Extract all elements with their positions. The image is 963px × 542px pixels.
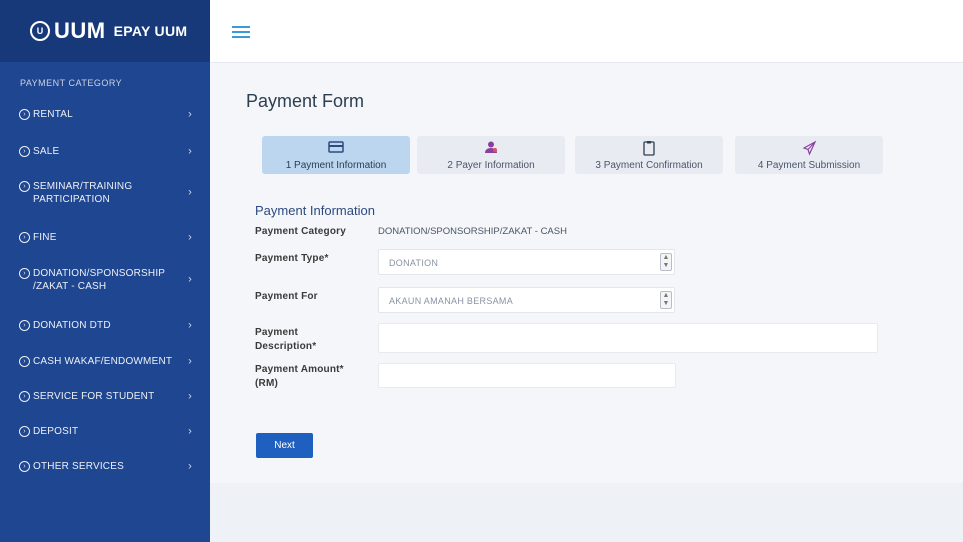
- payment-amount-label-line2: (RM): [255, 378, 279, 389]
- brand-header[interactable]: U UUM EPAY UUM: [0, 0, 210, 62]
- sidebar-item-label: SALE: [33, 146, 60, 157]
- step-payer-information[interactable]: 2 Payer Information: [417, 136, 565, 174]
- sidebar: U UUM EPAY UUM PAYMENT CATEGORY › RENTAL…: [0, 0, 210, 542]
- sidebar-item-service-for-student[interactable]: › SERVICE FOR STUDENT ›: [0, 390, 210, 403]
- chevron-circle-icon: ›: [19, 391, 30, 402]
- payment-description-label: Payment Description*: [255, 326, 316, 354]
- sidebar-item-label: DONATION/SPONSORSHIP /ZAKAT - CASH: [33, 268, 165, 292]
- step-label: 4 Payment Submission: [757, 160, 861, 171]
- payment-type-label: Payment Type*: [255, 253, 329, 264]
- sidebar-item-rental[interactable]: › RENTAL ›: [0, 108, 210, 121]
- select-arrows-icon: ▲ ▼: [660, 291, 672, 309]
- chevron-circle-icon: ›: [19, 461, 30, 472]
- chevron-right-icon: ›: [188, 460, 192, 472]
- chevron-right-icon: ›: [188, 390, 192, 402]
- payment-description-field[interactable]: [378, 323, 878, 353]
- payment-type-selected: DONATION: [389, 258, 439, 268]
- sidebar-item-fine[interactable]: › FINE ›: [0, 231, 210, 244]
- page-title: Payment Form: [246, 91, 365, 111]
- step-label: 2 Payer Information: [447, 160, 535, 171]
- sidebar-item-deposit[interactable]: › DEPOSIT ›: [0, 425, 210, 438]
- payment-description-label-line1: Payment: [255, 327, 299, 338]
- payment-description-label-line2: Description*: [255, 341, 317, 352]
- sidebar-item-label: OTHER SERVICES: [33, 461, 124, 472]
- sidebar-item-donation-sponsorship[interactable]: › DONATION/SPONSORSHIP /ZAKAT - CASH ›: [0, 267, 210, 293]
- chevron-right-icon: ›: [188, 355, 192, 367]
- section-title: Payment Information: [255, 203, 375, 218]
- chevron-circle-icon: ›: [19, 181, 30, 192]
- payment-amount-label-line1: Payment Amount*: [255, 364, 344, 375]
- user-icon: [417, 140, 565, 158]
- step-payment-information[interactable]: 1 Payment Information: [262, 136, 410, 174]
- chevron-right-icon: ›: [188, 186, 192, 199]
- payment-for-selected: AKAUN AMANAH BERSAMA: [389, 296, 514, 306]
- chevron-right-icon: ›: [188, 425, 192, 437]
- payment-for-label: Payment For: [255, 291, 318, 302]
- chevron-circle-icon: ›: [19, 426, 30, 437]
- select-arrows-icon: ▲ ▼: [660, 253, 672, 271]
- top-bar: [210, 0, 963, 63]
- chevron-circle-icon: ›: [19, 356, 30, 367]
- uum-seal-icon: U: [30, 21, 50, 41]
- brand-logo-text: UUM: [54, 18, 106, 43]
- chevron-circle-icon: ›: [19, 320, 30, 331]
- clipboard-icon: [575, 140, 723, 158]
- chevron-circle-icon: ›: [19, 109, 30, 120]
- sidebar-item-sale[interactable]: › SALE ›: [0, 145, 210, 158]
- sidebar-item-label: FINE: [33, 232, 57, 243]
- hamburger-menu-icon[interactable]: [232, 26, 250, 38]
- send-icon: [735, 140, 883, 158]
- step-label: 3 Payment Confirmation: [595, 160, 703, 171]
- chevron-circle-icon: ›: [19, 232, 30, 243]
- payment-amount-label: Payment Amount* (RM): [255, 363, 344, 391]
- step-payment-submission[interactable]: 4 Payment Submission: [735, 136, 883, 174]
- chevron-right-icon: ›: [188, 319, 192, 331]
- payment-amount-field[interactable]: [378, 363, 676, 388]
- sidebar-item-label: RENTAL: [33, 109, 73, 120]
- footer-area: [210, 483, 963, 542]
- next-button[interactable]: Next: [256, 433, 313, 458]
- payment-category-heading: PAYMENT CATEGORY: [20, 78, 123, 88]
- payment-for-select[interactable]: AKAUN AMANAH BERSAMA ▲ ▼: [378, 287, 675, 313]
- step-payment-confirmation[interactable]: 3 Payment Confirmation: [575, 136, 723, 174]
- chevron-right-icon: ›: [188, 231, 192, 243]
- chevron-right-icon: ›: [188, 273, 192, 286]
- credit-card-icon: [262, 140, 410, 158]
- chevron-circle-icon: ›: [19, 268, 30, 279]
- sidebar-item-label: SERVICE FOR STUDENT: [33, 391, 155, 402]
- sidebar-item-cash-wakaf[interactable]: › CASH WAKAF/ENDOWMENT ›: [0, 355, 210, 368]
- payment-type-select[interactable]: DONATION ▲ ▼: [378, 249, 675, 275]
- chevron-right-icon: ›: [188, 145, 192, 157]
- sidebar-item-seminar-training[interactable]: › SEMINAR/TRAINING PARTICIPATION ›: [0, 180, 210, 206]
- sidebar-item-other-services[interactable]: › OTHER SERVICES ›: [0, 460, 210, 473]
- main-content: Payment Form 1 Payment Information 2 Pay…: [210, 63, 963, 542]
- sidebar-item-donation-dtd[interactable]: › DONATION DTD ›: [0, 319, 210, 332]
- payment-category-value: DONATION/SPONSORSHIP/ZAKAT - CASH: [378, 226, 567, 237]
- brand-title: EPAY UUM: [113, 23, 188, 39]
- sidebar-item-label: SEMINAR/TRAINING PARTICIPATION: [33, 181, 133, 205]
- sidebar-item-label: CASH WAKAF/ENDOWMENT: [33, 356, 173, 367]
- chevron-circle-icon: ›: [19, 146, 30, 157]
- step-label: 1 Payment Information: [285, 160, 387, 171]
- sidebar-item-label: DEPOSIT: [33, 426, 79, 437]
- sidebar-item-label: DONATION DTD: [33, 320, 111, 331]
- chevron-right-icon: ›: [188, 108, 192, 120]
- payment-category-label: Payment Category: [255, 226, 347, 237]
